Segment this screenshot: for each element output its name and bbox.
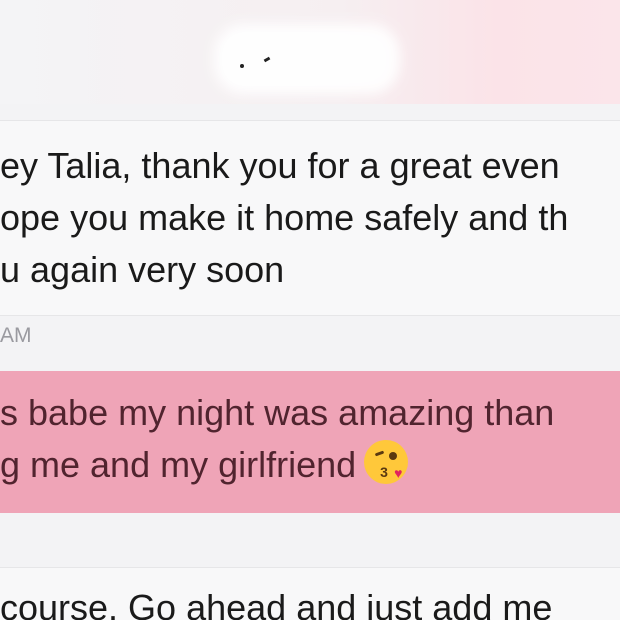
redacted-contact-name bbox=[214, 24, 400, 94]
message-line: u again very soon bbox=[0, 249, 285, 290]
chat-screen: ey Talia, thank you for a great even ope… bbox=[0, 0, 620, 620]
message-line: ope you make it home safely and th bbox=[0, 197, 569, 238]
message-line: ey Talia, thank you for a great even bbox=[0, 145, 560, 186]
redaction-mark bbox=[240, 64, 244, 68]
chat-header-strip bbox=[0, 0, 620, 104]
message-line: course. Go ahead and just add me bbox=[0, 587, 553, 620]
message-timestamp: AM bbox=[0, 324, 32, 347]
kissing-face-with-heart-icon: 3 ♥ bbox=[364, 440, 409, 484]
incoming-message-bubble[interactable]: course. Go ahead and just add me bbox=[0, 567, 620, 620]
incoming-message-bubble[interactable]: ey Talia, thank you for a great even ope… bbox=[0, 120, 620, 316]
message-line-text: g me and my girlfriend bbox=[0, 444, 357, 485]
outgoing-message-bubble[interactable]: s babe my night was amazing than g me an… bbox=[0, 371, 620, 513]
message-line: s babe my night was amazing than bbox=[0, 392, 555, 433]
message-line: g me and my girlfriend 3 ♥ bbox=[0, 439, 620, 491]
